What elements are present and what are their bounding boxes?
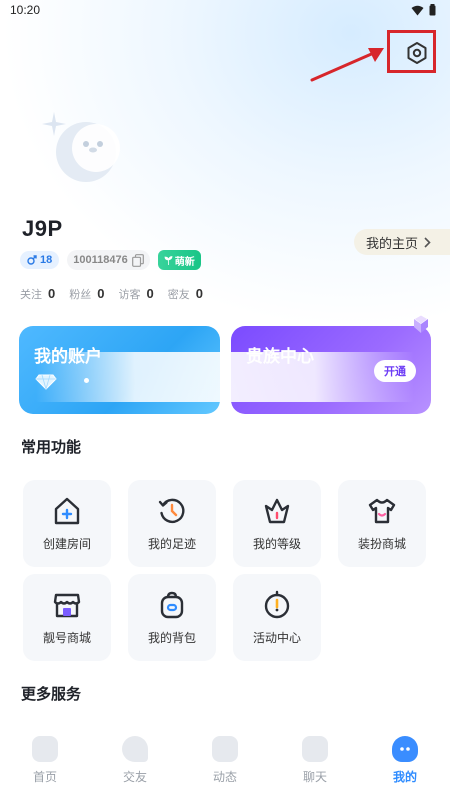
stat-following[interactable]: 关注 0 — [20, 286, 55, 302]
tab-moments[interactable]: 动态 — [190, 736, 260, 785]
my-homepage-button[interactable]: 我的主页 — [354, 229, 450, 255]
my-footprint-button[interactable]: 我的足迹 — [128, 480, 216, 567]
chevron-right-icon — [424, 236, 431, 248]
feature-label: 靓号商城 — [42, 630, 91, 645]
home-icon — [32, 736, 58, 762]
more-services-title: 更多服务 — [21, 686, 82, 703]
newbie-tag-badge: 萌新 — [157, 250, 201, 270]
status-bar: 10:20 — [0, 0, 450, 20]
diamond-icon — [35, 374, 57, 390]
store-icon — [53, 593, 81, 617]
stat-value: 0 — [146, 286, 154, 301]
tab-mine[interactable]: 我的 — [370, 736, 440, 785]
crystal-icon — [413, 314, 429, 333]
stats-row: 关注 0 粉丝 0 访客 0 密友 0 — [20, 286, 203, 302]
male-symbol-icon — [27, 255, 37, 265]
stat-visitors[interactable]: 访客 0 — [118, 286, 153, 302]
activity-center-button[interactable]: 活动中心 — [233, 574, 321, 661]
newbie-tag-label: 萌新 — [174, 256, 195, 268]
stat-label: 访客 — [118, 289, 141, 301]
user-id-value: 100118476 — [73, 254, 128, 266]
tab-label: 交友 — [122, 770, 147, 784]
feature-label: 我的等级 — [252, 536, 301, 551]
gender-level-value: 18 — [40, 254, 53, 266]
tab-friends[interactable]: 交友 — [100, 736, 170, 785]
annotation-highlight-box — [387, 30, 436, 73]
battery-icon — [429, 4, 436, 16]
stat-fans[interactable]: 粉丝 0 — [69, 286, 104, 302]
stat-value: 0 — [97, 286, 105, 301]
my-level-button[interactable]: 我的等级 — [233, 480, 321, 567]
stat-value: 0 — [48, 286, 56, 301]
username: J9P — [22, 216, 63, 241]
history-icon — [158, 498, 185, 523]
noble-center-title: 贵族中心 — [246, 347, 314, 366]
bottom-tab-bar: 首页 交友 动态 聊天 我的 — [0, 720, 450, 800]
feature-label: 活动中心 — [252, 630, 301, 645]
tab-label: 聊天 — [302, 770, 327, 784]
decorative-dot — [84, 378, 89, 383]
feature-label: 装扮商城 — [357, 536, 406, 551]
backpack-icon — [160, 591, 184, 618]
my-account-title: 我的账户 — [34, 347, 102, 366]
gender-level-badge: 18 — [20, 251, 60, 269]
my-account-card[interactable]: 我的账户 — [19, 326, 220, 414]
open-noble-button[interactable]: 开通 — [374, 360, 416, 382]
compass-icon — [264, 590, 290, 618]
tshirt-icon — [368, 498, 396, 523]
copy-icon — [131, 253, 144, 267]
dress-up-mall-button[interactable]: 装扮商城 — [338, 480, 426, 567]
sprout-icon — [164, 255, 173, 265]
mascot-face-icon — [392, 736, 418, 762]
common-functions-title: 常用功能 — [21, 439, 82, 456]
create-room-button[interactable]: 创建房间 — [23, 480, 111, 567]
feature-label: 创建房间 — [42, 536, 91, 551]
tab-label: 首页 — [32, 770, 57, 784]
wifi-icon — [411, 5, 424, 15]
tab-chat[interactable]: 聊天 — [280, 736, 350, 785]
avatar-mascot[interactable] — [40, 108, 122, 190]
feature-grid: 创建房间 我的足迹 我的等级 装扮商城 靓号商城 我的背包 活动中心 — [23, 480, 427, 661]
stat-label: 粉丝 — [69, 289, 92, 301]
moments-icon — [212, 736, 238, 762]
tab-label: 我的 — [392, 770, 417, 784]
status-icons — [411, 4, 436, 16]
feature-label: 我的足迹 — [147, 536, 196, 551]
stat-value: 0 — [195, 286, 203, 301]
user-id-badge[interactable]: 100118476 — [67, 250, 150, 270]
status-time: 10:20 — [10, 3, 41, 17]
stat-label: 关注 — [20, 289, 42, 301]
stat-label: 密友 — [167, 289, 190, 301]
chat-icon — [302, 736, 328, 762]
pretty-id-mall-button[interactable]: 靓号商城 — [23, 574, 111, 661]
annotation-arrow-icon — [310, 48, 384, 82]
badge-row: 18 100118476 萌新 — [20, 250, 201, 270]
crown-level-icon — [264, 498, 290, 523]
feature-label: 我的背包 — [147, 630, 196, 645]
tab-home[interactable]: 首页 — [10, 736, 80, 785]
heart-hand-icon — [122, 736, 148, 762]
my-backpack-button[interactable]: 我的背包 — [128, 574, 216, 661]
house-plus-icon — [54, 497, 80, 524]
stat-close-friends[interactable]: 密友 0 — [168, 286, 203, 302]
tab-label: 动态 — [212, 770, 237, 784]
my-homepage-label: 我的主页 — [366, 235, 419, 251]
